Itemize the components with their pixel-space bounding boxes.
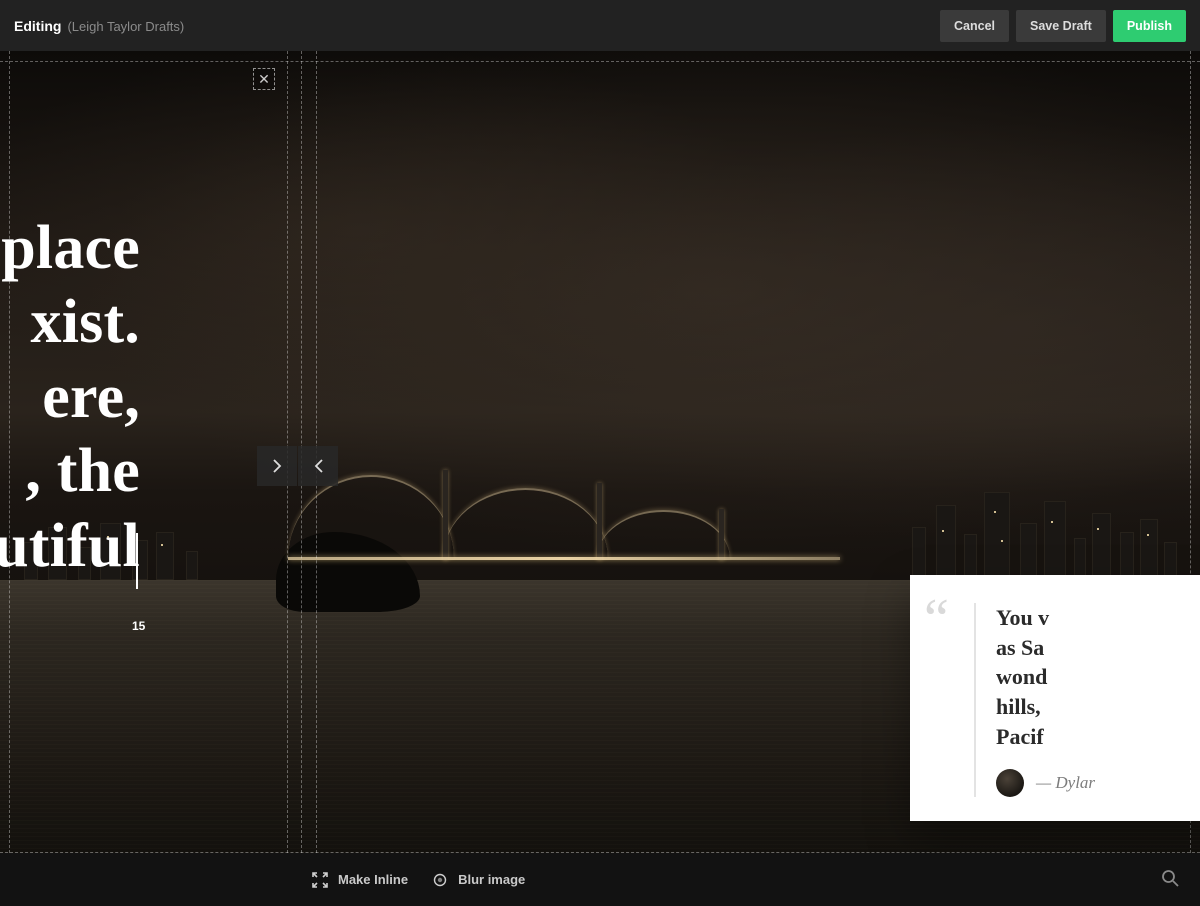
image-tool-group: Make Inline Blur image [312, 872, 525, 888]
quote-line: You v [996, 603, 1200, 633]
editing-mode-label: Editing [14, 18, 61, 34]
quote-line: Pacif [996, 722, 1200, 752]
make-inline-button[interactable]: Make Inline [312, 872, 408, 888]
chevron-left-icon [314, 459, 323, 473]
save-draft-button[interactable]: Save Draft [1016, 10, 1106, 42]
next-slide-button[interactable] [257, 446, 297, 486]
blur-image-button[interactable]: Blur image [432, 872, 525, 888]
citation-prefix: — [1036, 773, 1055, 792]
text-cursor [136, 533, 138, 589]
chevron-right-icon [273, 459, 282, 473]
close-icon: ✕ [258, 71, 270, 88]
city-skyline [0, 484, 1200, 580]
quote-text: You v as Sa wond hills, Pacif [996, 603, 1200, 751]
cancel-button[interactable]: Cancel [940, 10, 1009, 42]
image-toolbar: Make Inline Blur image [0, 853, 1200, 906]
avatar [996, 769, 1024, 797]
hero-headline-line: ere, [0, 360, 140, 434]
quote-card[interactable]: “ You v as Sa wond hills, Pacif — Dylar [910, 575, 1200, 821]
zoom-search-button[interactable] [1160, 868, 1184, 892]
blur-image-label: Blur image [458, 872, 525, 887]
search-icon [1160, 868, 1184, 888]
quote-line: hills, [996, 692, 1200, 722]
editor-topbar: Editing (Leigh Taylor Drafts) Cancel Sav… [0, 0, 1200, 51]
quote-glyph-icon: “ [924, 591, 949, 647]
slide-index-label: 15 [132, 619, 145, 633]
editing-context-label: (Leigh Taylor Drafts) [67, 19, 184, 34]
slide-nav [257, 446, 338, 486]
close-crop-button[interactable]: ✕ [253, 68, 275, 90]
citation-author: Dylar [1055, 773, 1095, 792]
topbar-title-group: Editing (Leigh Taylor Drafts) [14, 18, 184, 34]
editor-canvas[interactable]: ✕ place xist. ere, , the utiful 15 “ You… [0, 51, 1200, 853]
quote-line: as Sa [996, 633, 1200, 663]
quote-citation: — Dylar [996, 769, 1200, 797]
crop-guide-top[interactable] [0, 61, 1200, 62]
hero-headline-line: xist. [0, 285, 140, 359]
topbar-actions: Cancel Save Draft Publish [940, 10, 1186, 42]
hero-headline-line: utiful [0, 509, 140, 583]
blur-icon [432, 872, 448, 888]
hero-headline-line: place [0, 211, 140, 285]
prev-slide-button[interactable] [298, 446, 338, 486]
quote-line: wond [996, 662, 1200, 692]
hero-headline-line: , the [0, 434, 140, 508]
hero-headline[interactable]: place xist. ere, , the utiful [0, 211, 140, 583]
collapse-icon [312, 872, 328, 888]
make-inline-label: Make Inline [338, 872, 408, 887]
publish-button[interactable]: Publish [1113, 10, 1186, 42]
